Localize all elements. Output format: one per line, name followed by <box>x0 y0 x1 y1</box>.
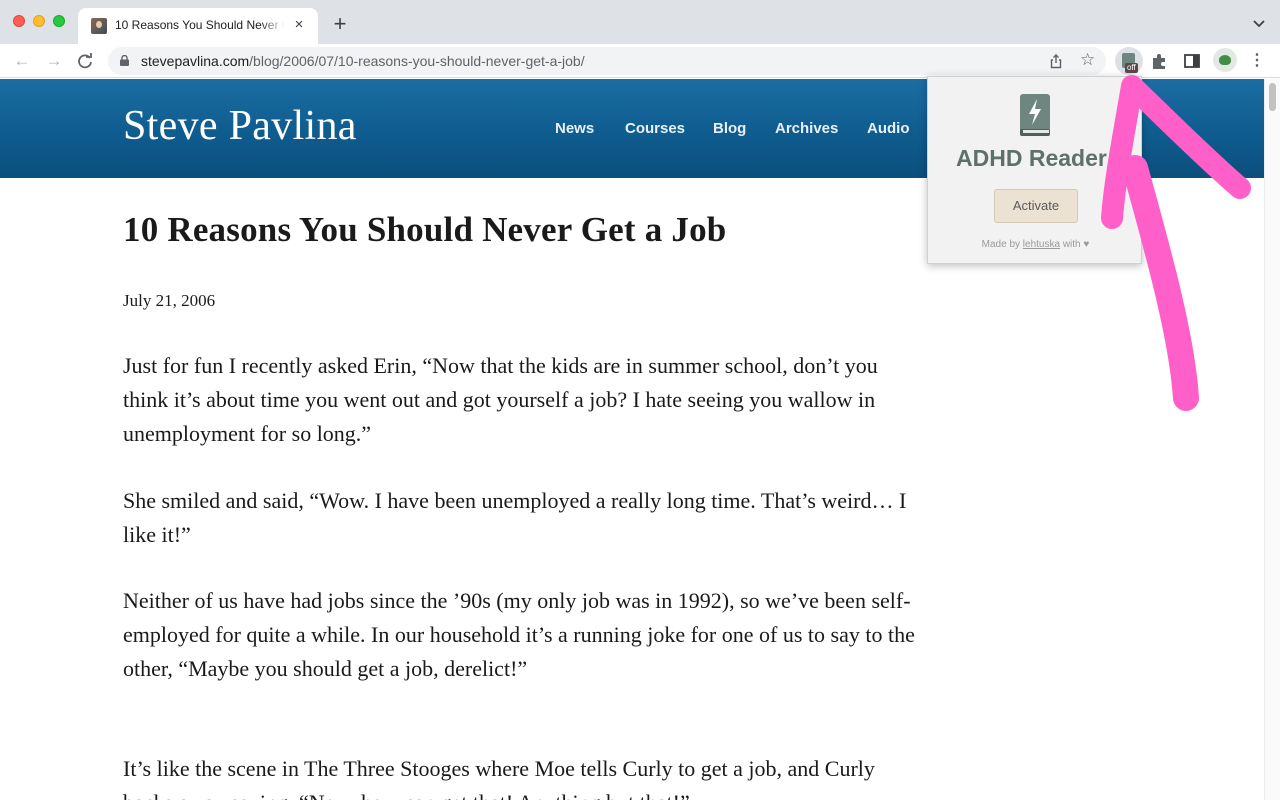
article-paragraph: She smiled and said, “Wow. I have been u… <box>123 488 907 547</box>
zoom-window-button[interactable] <box>53 15 65 27</box>
address-bar[interactable]: stevepavlina.com/blog/2006/07/10-reasons… <box>108 47 1106 75</box>
credit-suffix: with ♥ <box>1062 239 1090 250</box>
nav-audio[interactable]: Audio <box>867 120 910 137</box>
book-lightning-icon <box>1020 94 1050 136</box>
url-text[interactable]: stevepavlina.com/blog/2006/07/10-reasons… <box>141 53 585 69</box>
url-path: /blog/2006/07/10-reasons-you-should-neve… <box>249 53 585 69</box>
credit-prefix: Made by <box>981 239 1021 250</box>
article-date: July 21, 2006 <box>123 291 216 310</box>
nav-news[interactable]: News <box>555 120 594 137</box>
browser-toolbar: ← → stevepavlina.com/blog/2006/07/10-rea… <box>0 44 1280 78</box>
new-tab-button[interactable]: + <box>328 12 352 36</box>
back-arrow-icon[interactable]: ← <box>11 50 33 72</box>
reload-icon[interactable] <box>76 52 94 70</box>
minimize-window-button[interactable] <box>33 15 45 27</box>
active-tab[interactable]: 10 Reasons You Should Never Get a Job × <box>78 8 318 44</box>
nav-courses[interactable]: Courses <box>625 120 685 137</box>
activate-button[interactable]: Activate <box>994 189 1078 223</box>
tab-title: 10 Reasons You Should Never Get a Job <box>115 18 285 32</box>
site-favicon-icon <box>91 18 107 34</box>
author-link[interactable]: lehtuska <box>1023 239 1060 250</box>
tab-close-icon[interactable]: × <box>290 16 308 34</box>
scrollbar-thumb[interactable] <box>1269 83 1276 111</box>
site-logo[interactable]: Steve Pavlina <box>123 102 357 150</box>
tab-search-chevron-icon[interactable] <box>1252 16 1266 30</box>
article-paragraph: It’s like the scene in The Three Stooges… <box>123 756 875 800</box>
pink-arrow-annotation <box>1101 75 1251 411</box>
url-domain: stevepavlina.com <box>141 53 250 69</box>
nav-blog[interactable]: Blog <box>713 120 746 137</box>
close-window-button[interactable] <box>13 15 25 27</box>
lock-icon[interactable] <box>120 55 129 66</box>
bookmark-star-icon[interactable]: ☆ <box>1080 51 1095 69</box>
share-icon[interactable] <box>1048 53 1064 69</box>
nav-archives[interactable]: Archives <box>775 120 838 137</box>
page-scrollbar[interactable] <box>1264 79 1280 800</box>
article-paragraph: Neither of us have had jobs since the ’9… <box>123 588 915 681</box>
article-paragraph: Just for fun I recently asked Erin, “Now… <box>123 353 878 446</box>
tab-strip: 10 Reasons You Should Never Get a Job × … <box>0 0 1280 44</box>
article-headline: 10 Reasons You Should Never Get a Job <box>123 210 727 249</box>
forward-arrow-icon[interactable]: → <box>43 50 65 72</box>
